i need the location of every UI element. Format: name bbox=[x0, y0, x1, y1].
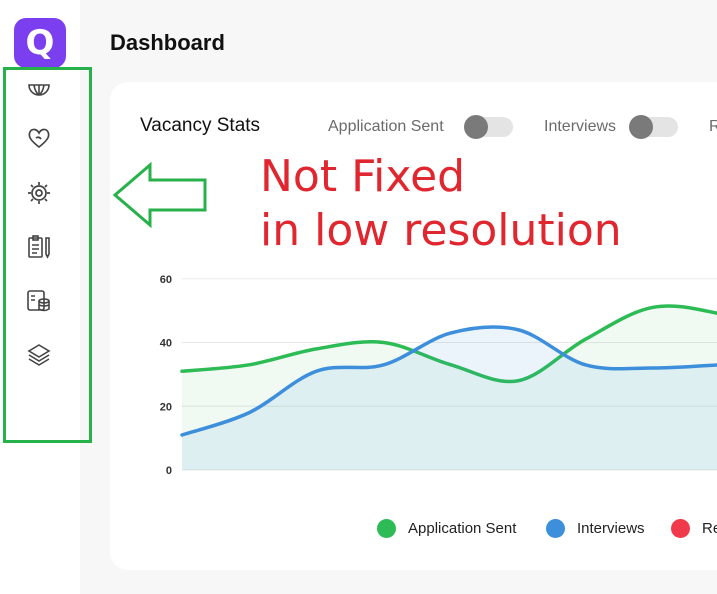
page-title: Dashboard bbox=[110, 30, 225, 55]
left-arrow-annotation bbox=[112, 161, 207, 229]
legend-dot bbox=[671, 518, 690, 538]
legend-label: Interviews bbox=[577, 519, 645, 537]
y-tick-label: 60 bbox=[160, 274, 172, 286]
toggle-label-application-sent: Application Sent bbox=[328, 118, 444, 135]
legend-item-application-sent[interactable]: Application Sent bbox=[377, 518, 516, 538]
y-tick-label: 20 bbox=[160, 401, 172, 413]
toggle-knob bbox=[629, 115, 653, 139]
legend-item-third[interactable]: Re bbox=[671, 518, 717, 538]
toggle-knob bbox=[464, 115, 488, 139]
toggle-label-interviews: Interviews bbox=[544, 118, 617, 135]
legend-label: Application Sent bbox=[408, 519, 517, 537]
highlight-box bbox=[3, 67, 92, 443]
legend-label: Re bbox=[702, 519, 717, 537]
logo-letter: Q bbox=[25, 23, 55, 63]
annotation-note: Not Fixed in low resolution bbox=[260, 150, 622, 258]
annotation-line-1: Not Fixed bbox=[260, 151, 466, 202]
annotation-line-2: in low resolution bbox=[260, 205, 622, 256]
y-tick-label: 40 bbox=[160, 338, 172, 350]
toggle-label-third: R bbox=[709, 118, 717, 135]
legend-item-interviews[interactable]: Interviews bbox=[546, 518, 645, 538]
toggle-interviews[interactable] bbox=[629, 115, 678, 139]
card-title: Vacancy Stats bbox=[140, 115, 261, 136]
legend-dot bbox=[546, 518, 565, 538]
app-logo[interactable]: Q bbox=[14, 18, 66, 68]
toggle-application-sent[interactable] bbox=[464, 115, 513, 139]
legend-dot bbox=[377, 518, 396, 538]
y-tick-label: 0 bbox=[166, 465, 172, 477]
